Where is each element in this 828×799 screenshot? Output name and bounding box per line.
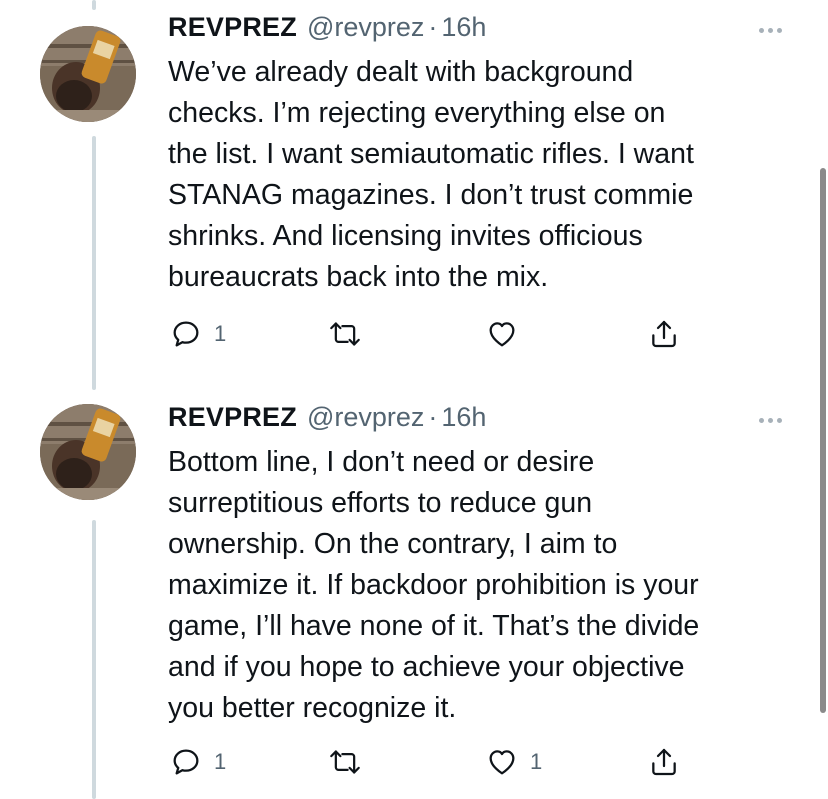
heart-icon	[489, 322, 515, 347]
reply-icon	[173, 749, 199, 775]
share-icon	[652, 748, 676, 776]
avatar[interactable]	[40, 404, 136, 500]
tweet[interactable]: REVPREZ @revprez · 16h Bottom line, I do…	[0, 390, 828, 799]
share-button[interactable]	[648, 316, 680, 352]
reply-button[interactable]: 1	[170, 316, 226, 352]
reply-icon	[173, 321, 199, 347]
tweet-text-line: ownership. On the contrary, I aim to	[168, 528, 618, 560]
tweet-text-line: checks. I’m rejecting everything else on	[168, 97, 666, 129]
tweet-header: REVPREZ @revprez · 16h	[168, 402, 486, 436]
tweet-text: Bottom line, I don’t need or desire surr…	[168, 442, 796, 729]
separator: ·	[428, 402, 438, 432]
retweet-button[interactable]	[328, 744, 362, 780]
tweet-text-line: Bottom line, I don’t need or desire	[168, 446, 595, 478]
tweet-text: We’ve already dealt with background chec…	[168, 52, 796, 298]
tweet-text-line: shrinks. And licensing invites officious	[168, 220, 643, 252]
more-icon[interactable]	[759, 415, 782, 425]
scrollbar[interactable]	[820, 168, 826, 713]
user-handle[interactable]: @revprez	[307, 12, 424, 43]
share-icon	[652, 320, 676, 348]
retweet-icon	[330, 322, 360, 346]
tweet-text-line: STANAG magazines. I don’t trust commie	[168, 179, 694, 211]
timestamp[interactable]: 16h	[441, 12, 486, 43]
like-button[interactable]	[486, 316, 518, 352]
tweet-actions: 1 1	[168, 744, 708, 780]
reply-count: 1	[214, 321, 227, 346]
retweet-button[interactable]	[328, 316, 362, 352]
retweet-icon	[330, 750, 360, 774]
separator: ·	[428, 12, 438, 42]
tweet-actions: 1	[168, 316, 708, 352]
tweet-text-line: surreptitious efforts to reduce gun	[168, 487, 593, 519]
more-icon[interactable]	[759, 25, 782, 35]
display-name[interactable]: REVPREZ	[168, 402, 297, 433]
user-handle[interactable]: @revprez	[307, 402, 424, 433]
reply-count: 1	[214, 749, 227, 774]
tweet[interactable]: REVPREZ @revprez · 16h We’ve already dea…	[0, 0, 828, 380]
tweet-text-line: We’ve already dealt with background	[168, 56, 634, 88]
tweet-text-line: game, I’ll have none of it. That’s the d…	[168, 610, 700, 642]
heart-icon	[489, 750, 515, 775]
avatar[interactable]	[40, 26, 136, 122]
like-count: 1	[530, 749, 543, 774]
tweet-text-line: and if you hope to achieve your objectiv…	[168, 651, 685, 683]
tweet-text-line: you better recognize it.	[168, 692, 457, 724]
share-button[interactable]	[648, 744, 680, 780]
display-name[interactable]: REVPREZ	[168, 12, 297, 43]
reply-button[interactable]: 1	[170, 744, 226, 780]
tweet-text-line: the list. I want semiautomatic rifles. I…	[168, 138, 694, 170]
tweet-header: REVPREZ @revprez · 16h	[168, 12, 486, 46]
tweet-text-line: bureaucrats back into the mix.	[168, 261, 549, 293]
timestamp[interactable]: 16h	[441, 402, 486, 433]
tweet-text-line: maximize it. If backdoor prohibition is …	[168, 569, 699, 601]
like-button[interactable]: 1	[486, 744, 542, 780]
